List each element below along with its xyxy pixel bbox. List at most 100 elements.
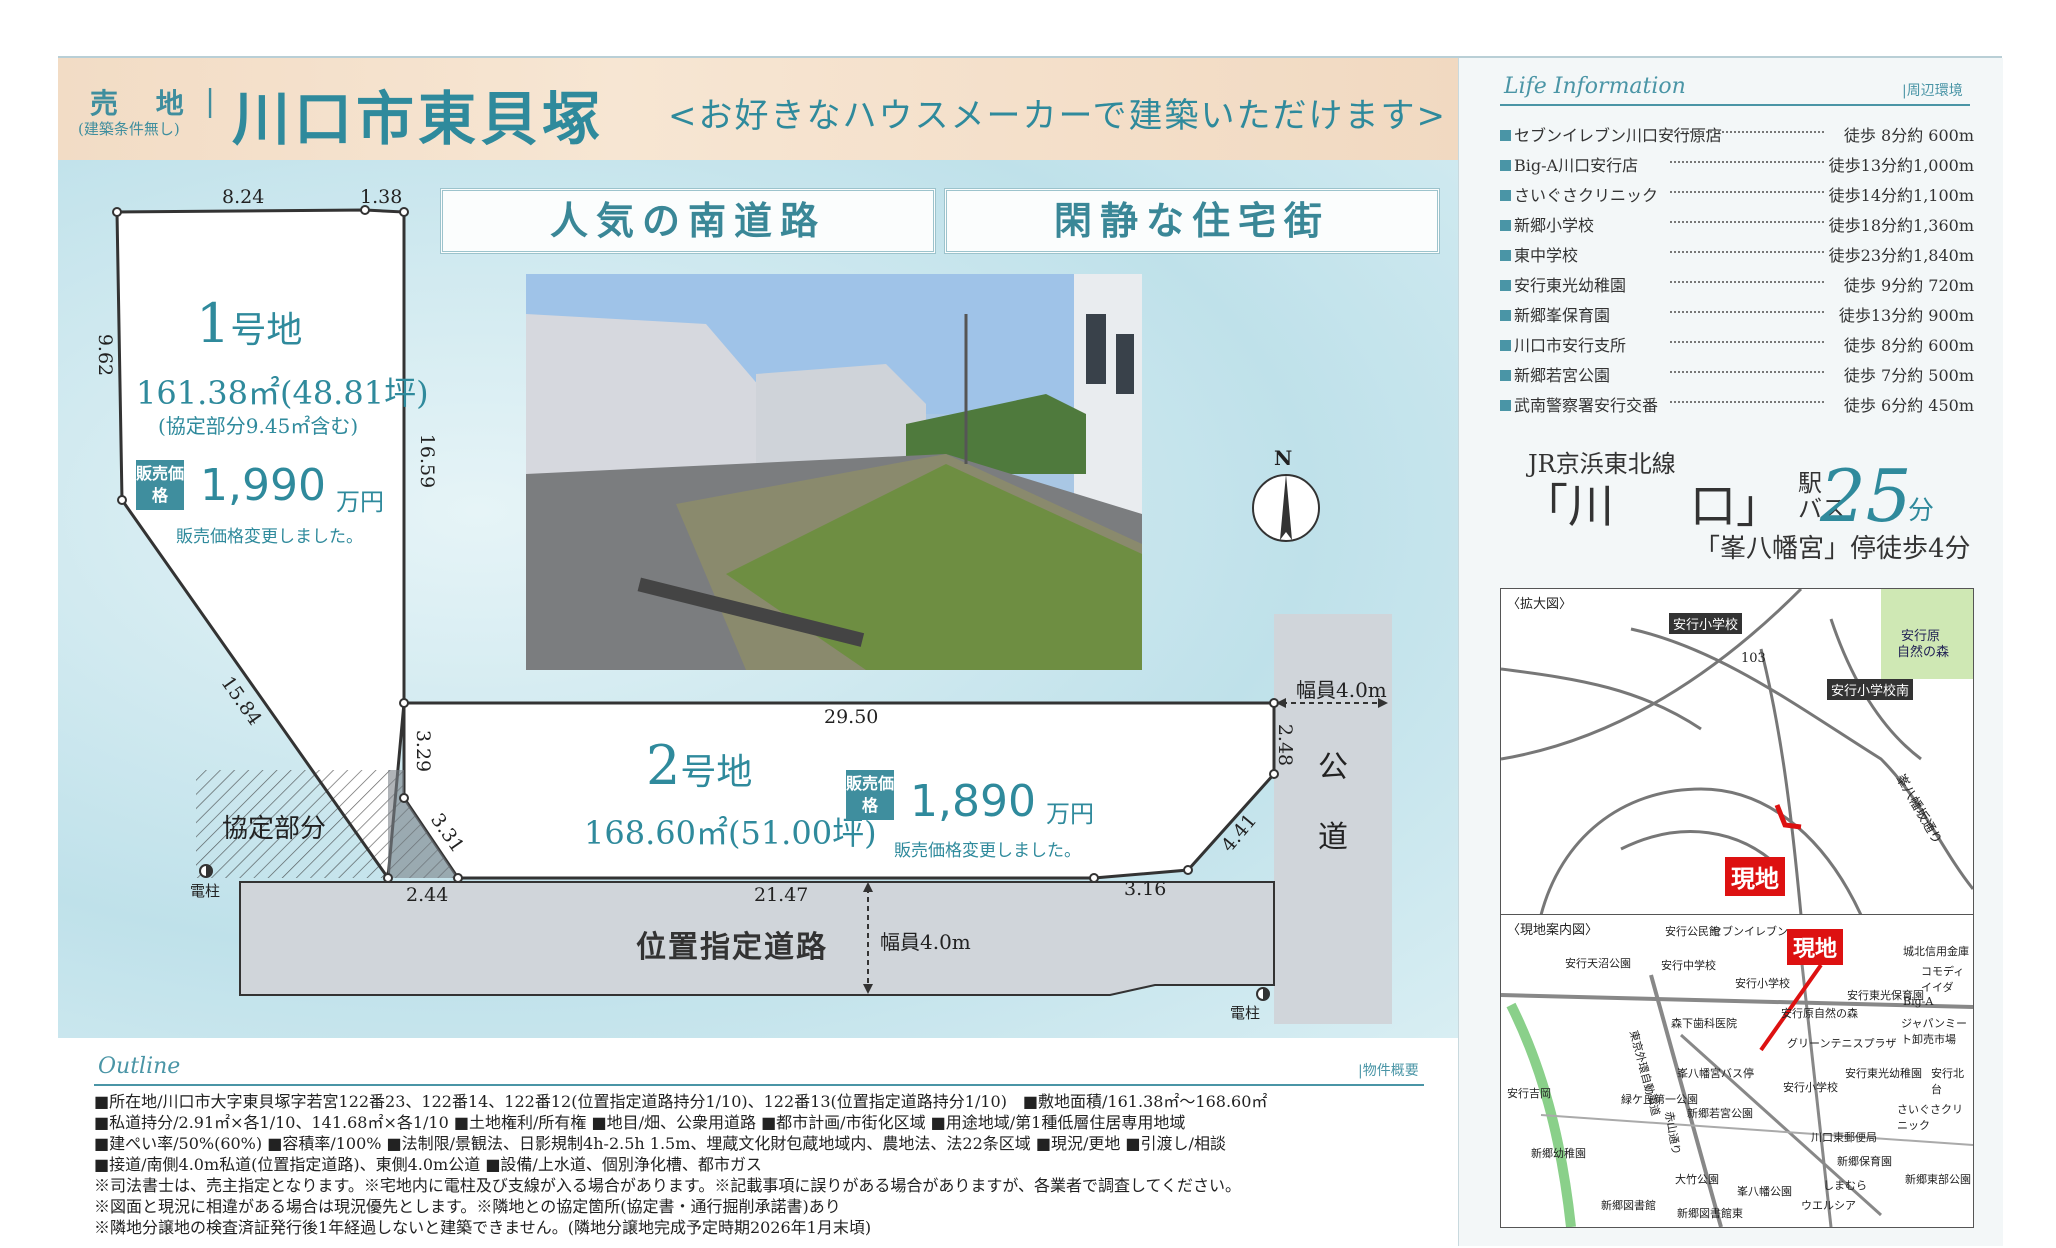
outline-divider <box>94 1084 1424 1086</box>
dim-bottom-left: 2.44 <box>406 884 449 906</box>
map-place: ジャパンミート卸売市場 <box>1901 1017 1967 1046</box>
life-item: 新郷峯保育園 徒歩13分約 900m <box>1500 302 1974 325</box>
lot-1-price: 1,990 <box>200 460 326 511</box>
lot-1-price-badge: 販売価格 <box>136 460 184 510</box>
map-place: 新郷図書館東 <box>1677 1207 1743 1220</box>
outline-row: ■所在地/川口市大字東貝塚字若宮122番23、122番14、122番12(位置指… <box>94 1092 1268 1111</box>
map-place: 安行東光幼稚園 <box>1845 1067 1922 1080</box>
lot-2-price-note: 販売価格変更しました。 <box>894 841 1081 861</box>
access-minutes: 25 <box>1820 454 1912 538</box>
lot-1-price-unit: 万円 <box>336 488 384 516</box>
north-compass-icon <box>1252 474 1320 542</box>
map-place: 安行北台 <box>1931 1067 1964 1096</box>
map-place: 安行吉岡 <box>1507 1087 1551 1100</box>
map-place: 安行原自然の森 <box>1781 1007 1858 1020</box>
zoom-map-school: 安行小学校 <box>1669 613 1743 634</box>
life-item: Big-A川口安行店 徒歩13分約1,000m <box>1500 152 1974 175</box>
zoom-map-label: 〈拡大図〉 <box>1507 597 1573 612</box>
zoom-map-school-south: 安行小学校南 <box>1827 679 1914 700</box>
lot-1-area-note: (協定部分9.45㎡含む) <box>158 414 359 438</box>
lot-2-price-badge: 販売価格 <box>846 770 894 820</box>
outline-area-label: |物件概要 <box>1358 1063 1419 1079</box>
public-road-label-1: 公 <box>1318 750 1348 785</box>
life-info-title: Life Information <box>1504 74 1686 99</box>
south-road-width: 幅員4.0m <box>880 930 971 954</box>
outline-row: ※司法書士は、売主指定となります。※宅地内に電柱及び支線が入る場合があります。※… <box>94 1176 1242 1195</box>
lot-2-area: 168.60㎡(51.00坪) <box>584 814 877 852</box>
agreement-part-label: 協定部分 <box>222 814 327 844</box>
lot-1-price-note: 販売価格変更しました。 <box>176 527 363 547</box>
life-item: 新郷若宮公園 徒歩 7分約 500m <box>1500 362 1974 385</box>
map-place: しまむら <box>1823 1179 1867 1192</box>
dim-lot2-right: 2.48 <box>1274 723 1297 767</box>
map-place: 森下歯科医院 <box>1671 1017 1737 1030</box>
map-place: さいぐさクリニック <box>1897 1103 1963 1132</box>
life-item: さいぐさクリニック 徒歩14分約1,100m <box>1500 182 1974 205</box>
life-info-divider <box>1500 104 1970 106</box>
life-item: セブンイレブン川口安行原店 徒歩 8分約 600m <box>1500 122 1974 145</box>
life-item: 安行東光幼稚園 徒歩 9分約 720m <box>1500 272 1974 295</box>
map-place: 安行天沼公園 <box>1565 957 1631 970</box>
life-item: 川口市安行支所 徒歩 8分約 600m <box>1500 332 1974 355</box>
lot-2-number-suffix: 号地 <box>680 752 753 793</box>
outline-row: ■接道/南側4.0m私道(位置指定道路)、東側4.0m公道 ■設備/上水道、個別… <box>94 1155 762 1174</box>
pole-left-label: 電柱 <box>190 882 221 900</box>
map-place: 新郷保育園 <box>1837 1155 1892 1168</box>
zoom-map-site-marker: 現地 <box>1725 857 1785 896</box>
life-item: 武南警察署安行交番 徒歩 6分約 450m <box>1500 392 1974 415</box>
lot-1-number-suffix: 号地 <box>230 310 303 351</box>
public-road-label-2: 道 <box>1318 820 1348 855</box>
map-place: Big-A <box>1903 995 1934 1008</box>
lot-2-number-value: 2 <box>646 734 681 797</box>
zoom-map: 〈拡大図〉 安行小学校 安行小学校南 安行原 自然の森 峯八幡坂通り 103 現… <box>1500 588 1974 916</box>
zoom-map-forest-2: 自然の森 <box>1897 645 1950 660</box>
dim-left: 9.62 <box>94 333 117 377</box>
map-place: 城北信用金庫 <box>1903 945 1969 958</box>
map-place: 安行小学校 <box>1783 1081 1838 1094</box>
north-label: N <box>1274 446 1293 470</box>
map-place: 安行小学校 <box>1735 977 1790 990</box>
map-place: 川口東郵便局 <box>1811 1131 1877 1144</box>
pole-right-label: 電柱 <box>1230 1004 1261 1022</box>
access-station-a: 「川 <box>1522 479 1614 533</box>
life-item: 新郷小学校 徒歩18分約1,360m <box>1500 212 1974 235</box>
lot-2-price: 1,890 <box>910 776 1036 827</box>
east-road-width: 幅員4.0m <box>1296 678 1387 702</box>
designated-road-label: 位置指定道路 <box>636 930 828 965</box>
site-photo <box>526 274 1142 670</box>
dim-lot1-right: 16.59 <box>416 433 439 489</box>
map-place: コモディイイダ <box>1921 965 1965 994</box>
map-place: 新郷図書館 <box>1601 1199 1656 1212</box>
life-item: 東中学校 徒歩23分約1,840m <box>1500 242 1974 265</box>
map-place: 新郷若宮公園 <box>1687 1107 1753 1120</box>
map-place: 安行中学校 <box>1661 959 1716 972</box>
tag-quiet-area: 閑静な住宅街 <box>944 188 1440 254</box>
dim-top-right: 1.38 <box>360 186 403 208</box>
outline-row: ※図面と現況に相違がある場合は現況優先とします。※隣地との協定箇所(協定書・通行… <box>94 1197 841 1216</box>
outline-row: ■私道持分/2.91㎡×各1/10、141.68㎡×各1/10 ■土地権利/所有… <box>94 1113 1186 1132</box>
lot-1-number: 1号地 <box>196 292 302 355</box>
map-place: グリーンテニスプラザ <box>1787 1037 1897 1050</box>
tag-south-road: 人気の南道路 <box>440 188 936 254</box>
map-place: 峯八幡宮バス停 <box>1677 1067 1754 1080</box>
zoom-map-route-num: 103 <box>1741 651 1766 666</box>
outline-row: ※隣地分譲地の検査済証発行後1年経過しないと建築できません。(隣地分譲地完成予定… <box>94 1218 872 1237</box>
area-map-label: 〈現地案内図〉 <box>1507 923 1599 938</box>
outline-title: Outline <box>98 1054 181 1079</box>
dim-top-left: 8.24 <box>222 186 265 208</box>
area-map: 〈現地案内図〉 現地 安行天沼公園 安行公民館 安行中学校 セブンイレブン 城北… <box>1500 914 1974 1228</box>
map-place: セブンイレブン <box>1711 925 1788 938</box>
dim-bottom-right: 3.16 <box>1124 878 1167 900</box>
lot-1-number-value: 1 <box>196 292 231 355</box>
lot-2-number: 2号地 <box>646 734 752 797</box>
map-place: 新郷幼稚園 <box>1531 1147 1586 1160</box>
life-info-area-label: |周辺環境 <box>1902 83 1963 99</box>
dim-bottom-main: 21.47 <box>754 884 809 906</box>
lot-1-area: 161.38㎡(48.81坪) <box>136 374 429 412</box>
map-place: 峯八幡公園 <box>1737 1185 1792 1198</box>
map-place: 大竹公園 <box>1675 1173 1719 1186</box>
access-station-b: 口」 <box>1690 479 1782 533</box>
outline-row: ■建ぺい率/50%(60%) ■容積率/100% ■法制限/景観法、日影規制4h… <box>94 1134 1226 1153</box>
access-bus-stop: 「峯八幡宮」停徒歩4分 <box>1694 534 1971 564</box>
dim-lot2-top: 29.50 <box>824 706 879 728</box>
